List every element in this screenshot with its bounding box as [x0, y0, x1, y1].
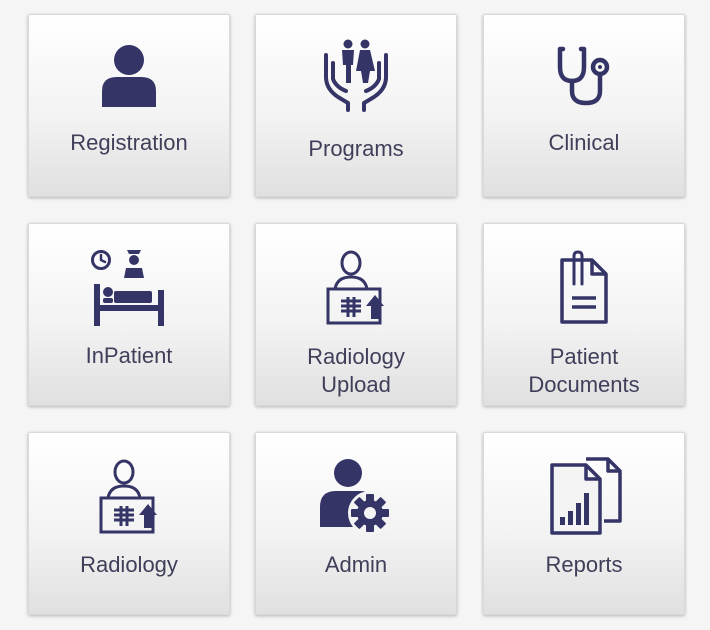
tile-label: Radiology — [307, 344, 405, 369]
tile-label-line2: Documents — [528, 372, 640, 397]
admin-gear-icon — [318, 457, 394, 535]
tile-admin[interactable]: Admin — [255, 432, 457, 615]
tile-patient-documents[interactable]: Patient Documents — [483, 223, 685, 406]
tile-label: Radiology — [80, 552, 178, 577]
xray-upload-icon — [325, 249, 387, 325]
tile-registration[interactable]: Registration — [28, 14, 230, 197]
tile-label-line2: Upload — [321, 372, 391, 397]
tile-label: Programs — [308, 136, 404, 161]
xray-icon — [98, 458, 160, 534]
hospital-bed-icon — [91, 248, 167, 326]
family-hands-icon — [320, 37, 392, 113]
tile-label: Patient — [549, 344, 619, 369]
tile-reports[interactable]: Reports — [483, 432, 685, 615]
tile-label: Admin — [324, 552, 388, 577]
tile-programs[interactable]: Programs — [255, 14, 457, 197]
tile-label: Reports — [545, 552, 623, 577]
tile-radiology[interactable]: Radiology — [28, 432, 230, 615]
tile-inpatient[interactable]: InPatient — [28, 223, 230, 406]
tile-clinical[interactable]: Clinical — [483, 14, 685, 197]
document-clip-icon — [558, 250, 610, 326]
user-icon — [99, 43, 159, 109]
tile-radiology-upload[interactable]: Radiology Upload — [255, 223, 457, 406]
stethoscope-icon — [554, 45, 614, 107]
tile-label: Registration — [70, 130, 188, 155]
tile-label: InPatient — [85, 343, 173, 368]
reports-icon — [546, 457, 622, 535]
tile-label: Clinical — [548, 130, 620, 155]
